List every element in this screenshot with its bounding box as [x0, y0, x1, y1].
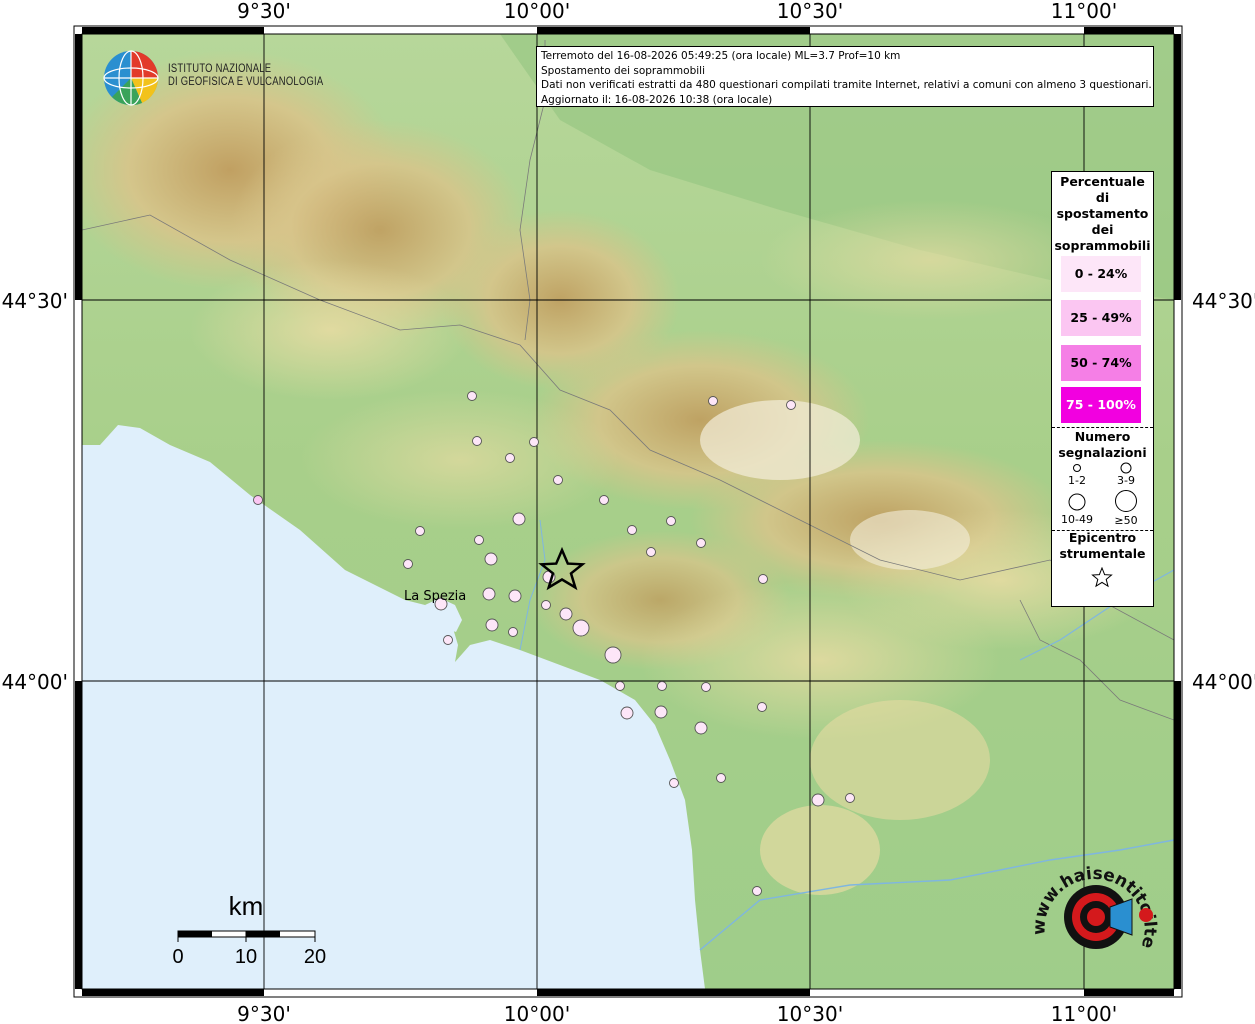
legend-class-2: 50 - 74% — [1061, 345, 1141, 381]
event-parameter: Spostamento dei soprammobili — [541, 64, 705, 77]
legend-title-line: spostamento — [1056, 206, 1149, 221]
legend-class-3: 75 - 100% — [1061, 387, 1141, 423]
report-marker — [599, 495, 609, 505]
legend-title-line: Percentuale — [1060, 174, 1145, 189]
legend-divider — [1052, 427, 1153, 428]
lon-label-bottom: 10°30' — [777, 1002, 843, 1024]
city-label: La Spezia — [404, 589, 466, 604]
ingv-name: ISTITUTO NAZIONALE DI GEOFISICA E VULCAN… — [168, 63, 323, 89]
lat-label-left: 44°00' — [2, 670, 68, 694]
lon-label-bottom: 10°00' — [504, 1002, 570, 1024]
legend-size-label: ≥50 — [1114, 514, 1138, 527]
lon-label-bottom: 11°00' — [1051, 1002, 1117, 1024]
report-marker — [627, 525, 637, 535]
report-marker — [694, 721, 708, 735]
scale-tick: 10 — [235, 946, 257, 968]
report-marker — [529, 437, 539, 447]
ingv-name-line: ISTITUTO NAZIONALE — [168, 63, 272, 75]
lat-label-left: 44°30' — [2, 289, 68, 313]
report-marker — [654, 705, 668, 719]
event-note: Dati non verificati estratti da 480 ques… — [541, 79, 1152, 92]
legend-title-line: di — [1095, 190, 1110, 205]
ingv-logo-icon — [103, 50, 159, 106]
legend-size-label: 1-2 — [1068, 474, 1086, 487]
report-marker — [657, 681, 667, 691]
report-marker — [472, 436, 482, 446]
ingv-name-line: DI GEOFISICA E VULCANOLOGIA — [168, 76, 324, 88]
report-marker — [443, 635, 453, 645]
lon-label-top: 10°30' — [777, 0, 843, 23]
event-info-box: Terremoto del 16-08-2026 05:49:25 (ora l… — [536, 46, 1154, 107]
report-marker — [716, 773, 726, 783]
size-symbol-icon — [1073, 464, 1081, 472]
size-symbol-icon — [1068, 493, 1086, 511]
report-marker — [786, 400, 796, 410]
legend-epicenter-title-line: strumentale — [1059, 546, 1146, 561]
report-marker — [508, 627, 518, 637]
report-marker — [559, 607, 573, 621]
size-symbol-icon — [1115, 490, 1137, 512]
report-marker — [845, 793, 855, 803]
legend-count-title: Numero segnalazioni — [1052, 429, 1153, 461]
report-marker — [484, 552, 498, 566]
report-marker — [604, 646, 622, 664]
legend-title-line: soprammobili — [1054, 238, 1151, 253]
report-marker — [701, 682, 711, 692]
report-marker — [646, 547, 656, 557]
report-marker — [696, 538, 706, 548]
report-marker — [757, 702, 767, 712]
report-marker — [666, 516, 676, 526]
lon-label-top: 11°00' — [1051, 0, 1117, 23]
report-marker — [553, 475, 563, 485]
lat-label-right: 44°30' — [1192, 289, 1255, 313]
report-marker — [403, 559, 413, 569]
report-marker — [811, 793, 825, 807]
lon-label-top: 10°00' — [504, 0, 570, 23]
report-marker — [708, 396, 718, 406]
report-marker — [541, 600, 551, 610]
report-marker — [758, 574, 768, 584]
legend-class-1: 25 - 49% — [1061, 300, 1141, 336]
report-marker — [474, 535, 484, 545]
report-marker — [669, 778, 679, 788]
report-marker — [485, 618, 499, 632]
report-marker — [415, 526, 425, 536]
report-marker — [615, 681, 625, 691]
report-marker — [253, 495, 263, 505]
report-marker — [505, 453, 515, 463]
legend-title-line: dei — [1091, 222, 1114, 237]
terrain — [82, 34, 1174, 989]
legend: Percentuale di spostamento dei soprammob… — [1051, 171, 1154, 607]
epicenter-legend-star-icon — [1091, 567, 1113, 588]
legend-count-title-line: Numero — [1074, 429, 1131, 444]
report-marker — [620, 706, 634, 720]
lat-label-right: 44°00' — [1192, 670, 1255, 694]
scale-tick: 20 — [304, 946, 326, 968]
event-line: Terremoto del 16-08-2026 05:49:25 (ora l… — [541, 50, 901, 62]
legend-title: Percentuale di spostamento dei soprammob… — [1052, 174, 1153, 254]
legend-epicenter-title: Epicentro strumentale — [1052, 530, 1153, 562]
report-marker — [482, 587, 496, 601]
legend-class-0: 0 - 24% — [1061, 256, 1141, 292]
report-marker — [752, 886, 762, 896]
report-marker — [467, 391, 477, 401]
haisentito-logo-icon: www.haisentitoilterremoto.it — [1030, 855, 1160, 951]
legend-epicenter-title-line: Epicentro — [1068, 530, 1137, 545]
lon-label-top: 9°30' — [237, 0, 291, 23]
legend-size-label: 3-9 — [1117, 474, 1135, 487]
lon-label-bottom: 9°30' — [237, 1002, 291, 1024]
report-marker — [508, 589, 522, 603]
report-marker — [512, 512, 526, 526]
legend-size-label: 10-49 — [1061, 513, 1093, 526]
scale-unit: km — [229, 891, 264, 921]
report-marker — [572, 619, 590, 637]
legend-size-symbols — [1068, 462, 1137, 512]
size-symbol-icon — [1120, 462, 1132, 474]
event-updated: Aggiornato il: 16-08-2026 10:38 (ora loc… — [541, 93, 773, 106]
scale-tick: 0 — [172, 946, 183, 968]
